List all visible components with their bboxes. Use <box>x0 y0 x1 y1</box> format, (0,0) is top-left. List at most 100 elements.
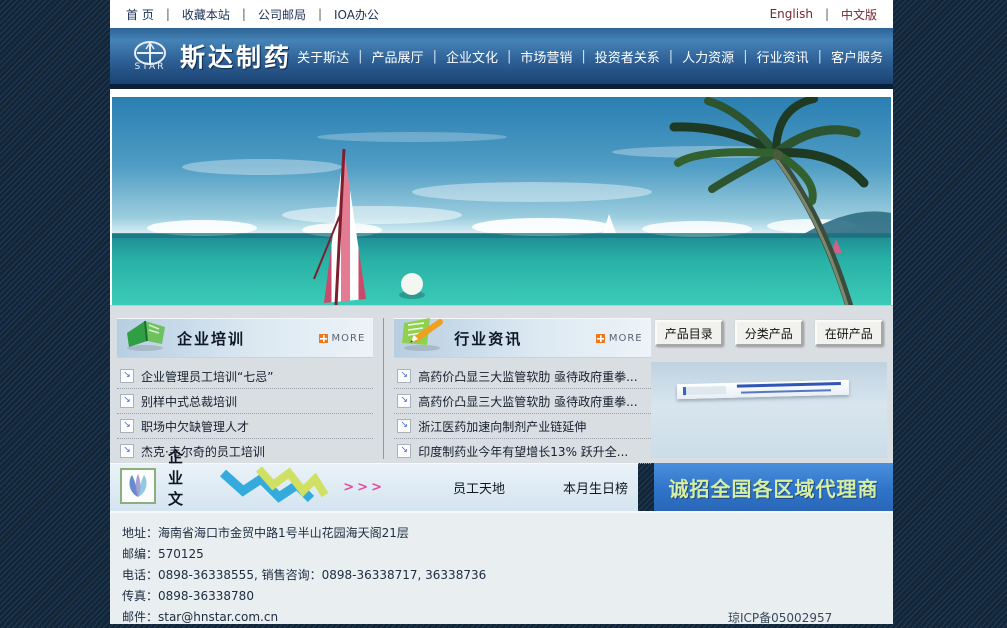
zigzag-decoration-icon <box>215 467 345 509</box>
footer-phone: 电话：0898-36338555, 销售咨询：0898-36338717, 36… <box>122 565 893 586</box>
more-label: MORE <box>332 333 366 344</box>
link-english[interactable]: English <box>770 7 813 21</box>
list-item[interactable]: ↘ 别样中式总裁培训 <box>117 389 373 414</box>
arrow-icon: ↘ <box>397 444 411 458</box>
plus-icon <box>319 334 328 343</box>
news-list: ↘ 高药价凸显三大监管软肋 亟待政府重拳... ↘ 高药价凸显三大监管软肋 亟待… <box>394 364 650 464</box>
list-item-label: 浙江医药加速向制剂产业链延伸 <box>418 418 586 435</box>
arrow-icon: ↘ <box>120 394 134 408</box>
separator: | <box>242 7 246 21</box>
product-catalog-button[interactable]: 产品目录 <box>655 320 723 346</box>
link-home[interactable]: 首 页 <box>126 6 154 23</box>
separator: | <box>825 7 829 21</box>
list-item[interactable]: ↘ 企业管理员工培训“七忌” <box>117 364 373 389</box>
list-item-label: 职场中欠缺管理人才 <box>141 418 249 435</box>
logo-company-name: 斯达制药 <box>180 38 292 74</box>
list-item-label: 企业管理员工培训“七忌” <box>141 368 273 385</box>
plus-icon <box>596 334 605 343</box>
list-item[interactable]: ↘ 高药价凸显三大监管软肋 亟待政府重拳... <box>394 364 650 389</box>
logo[interactable]: STAR 斯达制药 <box>110 38 297 74</box>
footer-address: 地址：海南省海口市金贸中路1号半山花园海天阁21层 <box>122 523 893 544</box>
arrow-icon: ↘ <box>120 369 134 383</box>
product-photo[interactable] <box>651 362 887 458</box>
culture-flower-icon <box>120 468 156 508</box>
news-more-button[interactable]: MORE <box>596 333 651 344</box>
nav-item-service[interactable]: 客户服务 <box>831 47 883 66</box>
separator: | <box>433 49 437 64</box>
news-header: 行业资讯 MORE <box>394 318 650 358</box>
list-item[interactable]: ↘ 浙江医药加速向制剂产业链延伸 <box>394 414 650 439</box>
link-birthday-list[interactable]: 本月生日榜 <box>563 478 628 497</box>
beach-banner-image <box>112 97 891 305</box>
training-list: ↘ 企业管理员工培训“七忌” ↘ 别样中式总裁培训 ↘ 职场中欠缺管理人才 ↘ … <box>117 364 373 464</box>
product-research-button[interactable]: 在研产品 <box>815 320 883 346</box>
footer-zipcode: 邮编：570125 <box>122 544 893 565</box>
list-item-label: 杰克·韦尔奇的员工培训 <box>141 443 265 460</box>
nav-item-hr[interactable]: 人力资源 <box>682 47 734 66</box>
separator: | <box>669 49 673 64</box>
content-panel: 企业培训 MORE ↘ 企业管理员工培训“七忌” ↘ 别样中 <box>110 305 893 463</box>
training-more-button[interactable]: MORE <box>319 333 374 344</box>
separator: | <box>507 49 511 64</box>
logo-subtext: STAR <box>135 63 166 72</box>
link-staff-world[interactable]: 员工天地 <box>453 478 505 497</box>
arrow-icon: ↘ <box>120 444 134 458</box>
list-item[interactable]: ↘ 杰克·韦尔奇的员工培训 <box>117 439 373 464</box>
news-title: 行业资讯 <box>454 328 522 349</box>
nav-item-products[interactable]: 产品展厅 <box>372 47 424 66</box>
icp-license: 琼ICP备05002957 <box>728 609 832 626</box>
list-item-label: 别样中式总裁培训 <box>141 393 237 410</box>
separator: | <box>358 49 362 64</box>
nav-item-about[interactable]: 关于斯达 <box>297 47 349 66</box>
ad-text: 诚招全国各区域代理商 <box>669 473 879 502</box>
notepad-pencil-icon <box>396 311 448 357</box>
link-ioa-office[interactable]: IOA办公 <box>334 6 379 23</box>
agent-recruit-ad[interactable]: 诚招全国各区域代理商 <box>654 463 893 511</box>
training-title: 企业培训 <box>177 328 245 349</box>
separator: | <box>166 7 170 21</box>
product-category-button[interactable]: 分类产品 <box>735 320 803 346</box>
separator: | <box>743 49 747 64</box>
product-buttons: 产品目录 分类产品 在研产品 <box>651 320 887 346</box>
nav-item-culture[interactable]: 企业文化 <box>446 47 498 66</box>
language-links: English | 中文版 <box>770 6 877 23</box>
link-chinese[interactable]: 中文版 <box>841 6 877 23</box>
link-company-mail[interactable]: 公司邮局 <box>258 6 306 23</box>
separator: | <box>318 7 322 21</box>
arrow-icon: ↘ <box>397 369 411 383</box>
list-item[interactable]: ↘ 职场中欠缺管理人才 <box>117 414 373 439</box>
training-header: 企业培训 MORE <box>117 318 373 358</box>
separator: | <box>818 49 822 64</box>
footer: 地址：海南省海口市金贸中路1号半山花园海天阁21层 邮编：570125 电话：0… <box>110 511 893 624</box>
nav-item-marketing[interactable]: 市场营销 <box>520 47 572 66</box>
list-item-label: 高药价凸显三大监管软肋 亟待政府重拳... <box>418 368 637 385</box>
column-divider <box>383 318 384 459</box>
list-item[interactable]: ↘ 印度制药业今年有望增长13% 跃升全... <box>394 439 650 464</box>
bottom-strip-row: 企业文化 >>> 员工天地 本月生日榜 诚招全国各区域代理商 <box>110 463 893 511</box>
link-bookmark[interactable]: 收藏本站 <box>182 6 230 23</box>
top-links: 首 页 | 收藏本站 | 公司邮局 | IOA办公 <box>126 6 379 23</box>
banner-frame <box>110 89 893 305</box>
green-book-icon <box>119 311 171 357</box>
list-item[interactable]: ↘ 高药价凸显三大监管软肋 亟待政府重拳... <box>394 389 650 414</box>
nav-menu: 关于斯达 | 产品展厅 | 企业文化 | 市场营销 | 投资者关系 | 人力资源… <box>297 47 893 66</box>
main-navbar: STAR 斯达制药 关于斯达 | 产品展厅 | 企业文化 | 市场营销 | 投资… <box>110 28 893 89</box>
nav-item-investor[interactable]: 投资者关系 <box>595 47 660 66</box>
section-products: 产品目录 分类产品 在研产品 <box>651 318 887 463</box>
list-item-label: 高药价凸显三大监管软肋 亟待政府重拳... <box>418 393 637 410</box>
top-utility-bar: 首 页 | 收藏本站 | 公司邮局 | IOA办公 English | 中文版 <box>110 0 893 28</box>
medicine-package <box>676 380 848 399</box>
section-training: 企业培训 MORE ↘ 企业管理员工培训“七忌” ↘ 别样中 <box>117 318 373 463</box>
nav-item-industry-news[interactable]: 行业资讯 <box>757 47 809 66</box>
culture-strip: 企业文化 >>> 员工天地 本月生日榜 <box>110 463 638 511</box>
site-column: 首 页 | 收藏本站 | 公司邮局 | IOA办公 English | 中文版 <box>110 0 893 624</box>
list-item-label: 印度制药业今年有望增长13% 跃升全... <box>418 443 628 460</box>
footer-fax: 传真：0898-36338780 <box>122 586 893 607</box>
section-industry-news: 行业资讯 MORE ↘ 高药价凸显三大监管软肋 亟待政府重拳... ↘ <box>394 318 650 463</box>
separator: | <box>581 49 585 64</box>
star-logo-icon: STAR <box>130 40 170 72</box>
more-label: MORE <box>609 333 643 344</box>
arrow-icon: ↘ <box>397 419 411 433</box>
triple-arrow: >>> <box>343 480 385 495</box>
arrow-icon: ↘ <box>120 419 134 433</box>
